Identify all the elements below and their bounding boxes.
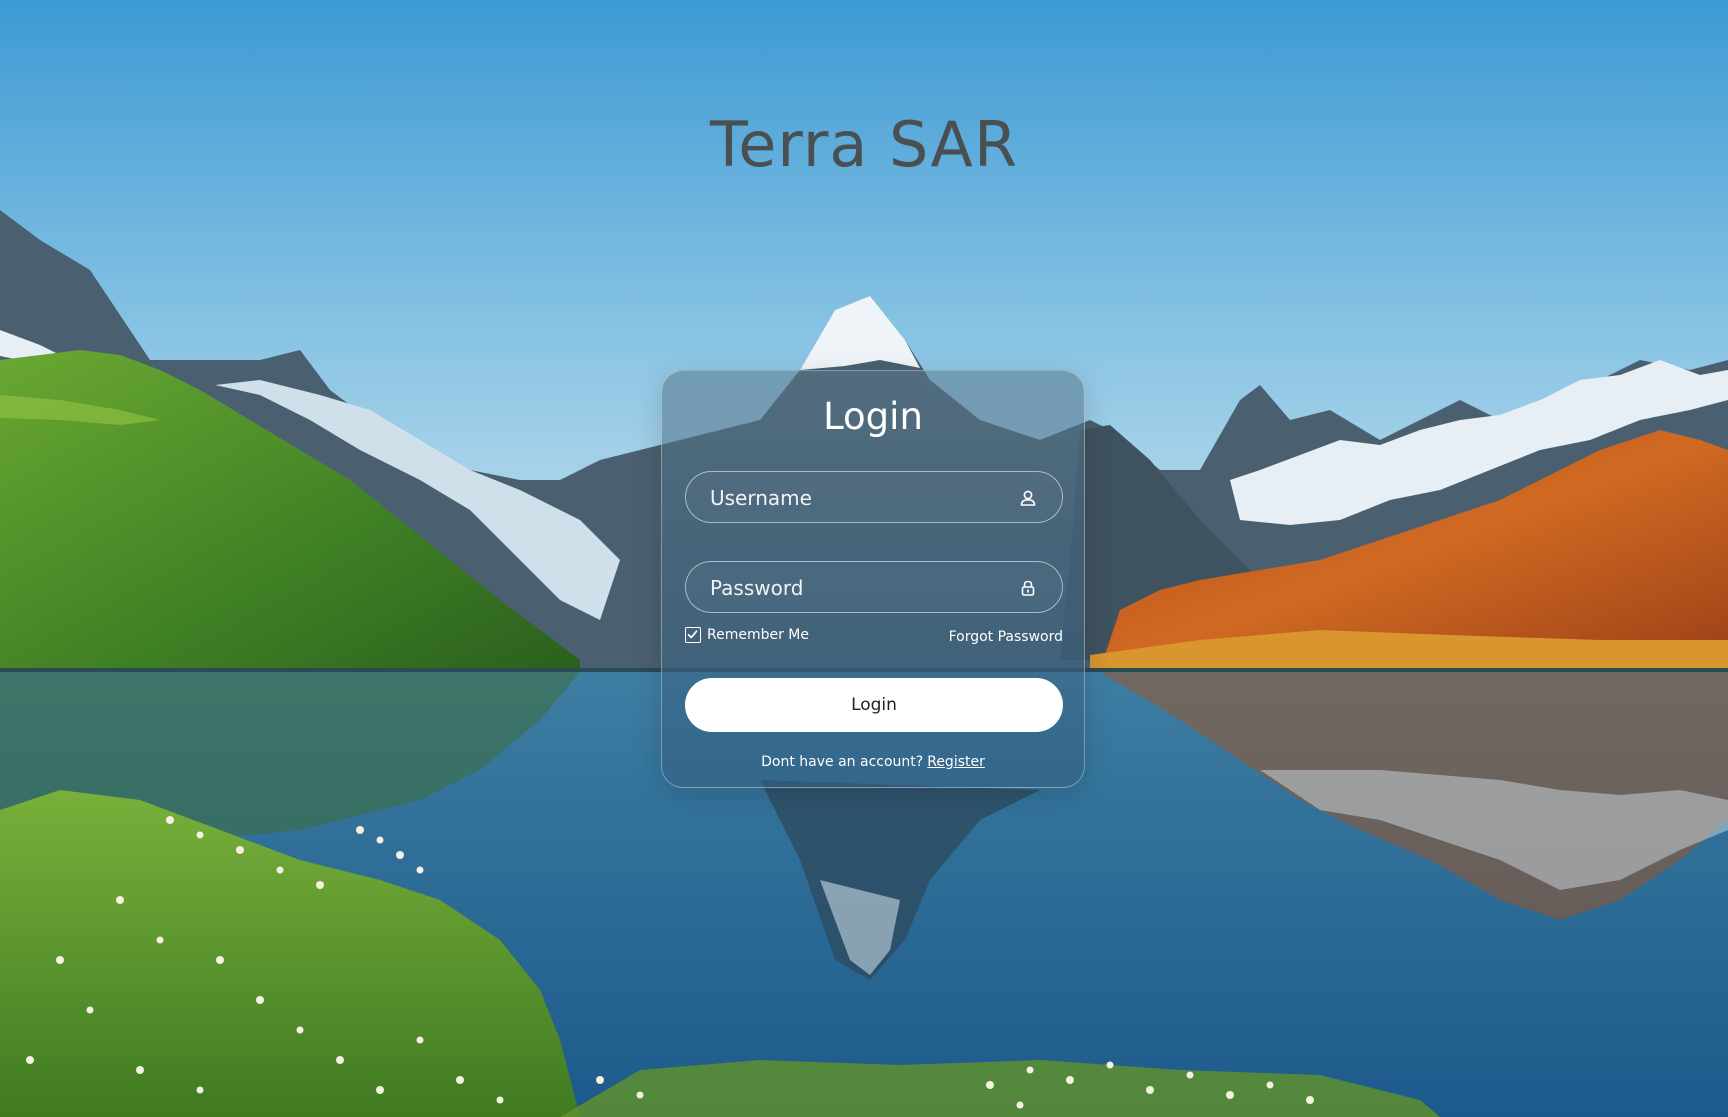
login-button[interactable]: Login	[685, 678, 1063, 732]
register-link[interactable]: Register	[927, 754, 985, 770]
remember-me-label: Remember Me	[707, 627, 809, 643]
password-input[interactable]	[708, 562, 1012, 613]
lock-icon	[1021, 580, 1035, 596]
forgot-password-link[interactable]: Forgot Password	[949, 629, 1063, 645]
password-field[interactable]	[685, 561, 1063, 613]
remember-me-checkbox[interactable]	[685, 627, 701, 643]
username-field[interactable]	[685, 471, 1063, 523]
login-card: Login Remember Me	[661, 370, 1085, 788]
form-options-row: Remember Me Forgot Password	[685, 627, 1063, 649]
user-icon	[1020, 490, 1036, 506]
login-heading: Login	[823, 395, 923, 438]
remember-me[interactable]: Remember Me	[685, 627, 809, 643]
register-prompt-text: Dont have an account?	[761, 754, 924, 770]
register-prompt: Dont have an account? Register	[662, 754, 1084, 770]
checkmark-icon	[687, 630, 698, 639]
login-page: Terra SAR Login Username Remember Me For…	[0, 0, 1728, 1117]
app-title: Terra SAR	[709, 108, 1019, 181]
username-input[interactable]	[708, 472, 1012, 523]
